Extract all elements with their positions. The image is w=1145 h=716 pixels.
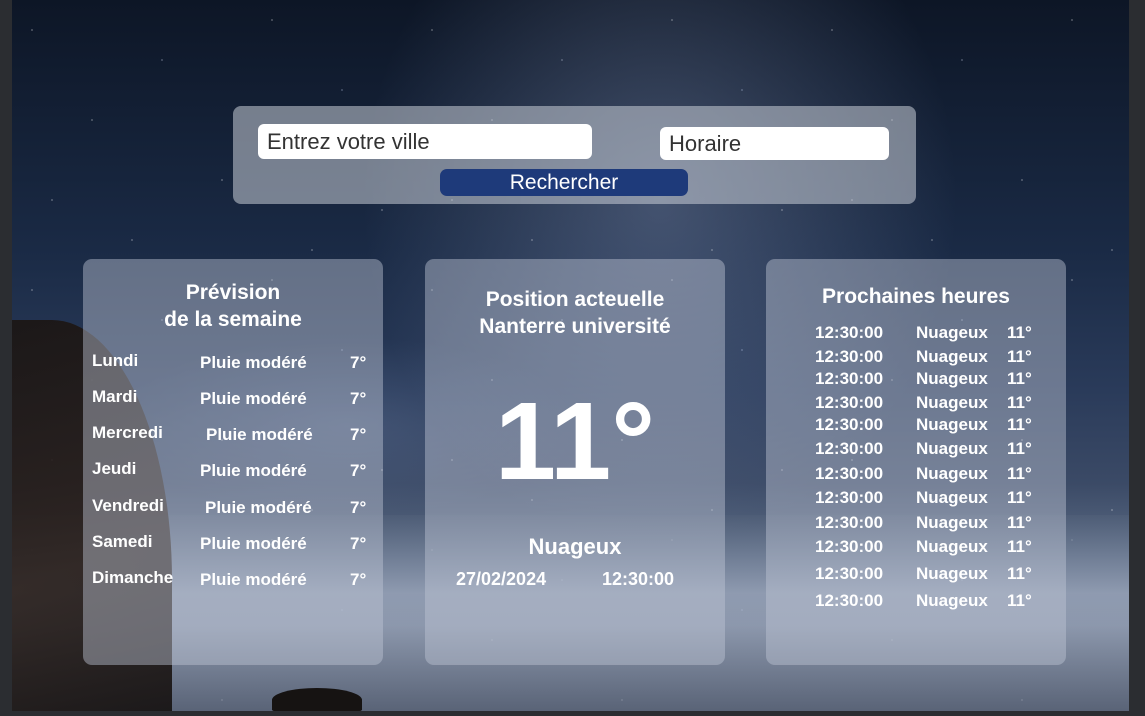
- hour-condition: Nuageux: [916, 369, 988, 388]
- hour-time: 12:30:00: [815, 564, 884, 583]
- hour-time: 12:30:00: [815, 369, 884, 388]
- week-temp: 7°: [350, 461, 367, 480]
- week-temp: 7°: [350, 498, 367, 517]
- current-time: 12:30:00: [602, 569, 675, 589]
- week-temp: 7°: [350, 425, 367, 444]
- weekly-title-line1: Prévision: [185, 281, 281, 304]
- current-condition: Nuageux: [528, 534, 622, 559]
- week-condition: Pluie modéré: [200, 389, 307, 408]
- hour-time: 12:30:00: [815, 513, 884, 532]
- hour-time: 12:30:00: [815, 439, 884, 458]
- city-input[interactable]: Entrez votre ville: [258, 124, 592, 159]
- hour-time: 12:30:00: [815, 393, 884, 412]
- week-row: Jeudi Pluie modéré 7°: [92, 459, 372, 483]
- search-button[interactable]: Rechercher: [440, 169, 688, 196]
- hour-temp: 11°: [1007, 415, 1032, 434]
- hour-row: 12:30:00 Nuageux 11°: [815, 415, 1055, 437]
- current-temperature: 11°: [494, 380, 656, 503]
- weekly-forecast-title: Prévision de la semaine: [83, 279, 383, 333]
- search-panel: Entrez votre ville Horaire Rechercher: [233, 106, 916, 204]
- hour-row: 12:30:00 Nuageux 11°: [815, 393, 1055, 415]
- hour-condition: Nuageux: [916, 464, 988, 483]
- week-day: Mercredi: [92, 423, 163, 442]
- week-row: Mercredi Pluie modéré 7°: [92, 423, 372, 447]
- hour-condition: Nuageux: [916, 323, 988, 342]
- week-temp: 7°: [350, 389, 367, 408]
- hour-condition: Nuageux: [916, 513, 988, 532]
- hour-time: 12:30:00: [815, 323, 884, 342]
- time-input-placeholder: Horaire: [669, 130, 742, 156]
- hour-time: 12:30:00: [815, 537, 884, 556]
- week-condition: Pluie modéré: [200, 353, 307, 372]
- hourly-forecast-title: Prochaines heures: [822, 285, 1010, 308]
- hour-temp: 11°: [1007, 591, 1032, 610]
- hour-temp: 11°: [1007, 464, 1032, 483]
- hour-temp: 11°: [1007, 513, 1032, 532]
- weekly-title-line2: de la semaine: [164, 308, 302, 331]
- week-condition: Pluie modéré: [205, 498, 312, 517]
- week-row: Vendredi Pluie modéré 7°: [92, 496, 372, 520]
- hour-condition: Nuageux: [916, 393, 988, 412]
- hour-temp: 11°: [1007, 347, 1032, 366]
- hour-time: 12:30:00: [815, 488, 884, 507]
- hour-condition: Nuageux: [916, 591, 988, 610]
- hour-condition: Nuageux: [916, 439, 988, 458]
- week-row: Samedi Pluie modéré 7°: [92, 532, 372, 556]
- hour-temp: 11°: [1007, 537, 1032, 556]
- week-row: Lundi Pluie modéré 7°: [92, 351, 372, 375]
- week-day: Dimanche: [92, 568, 174, 587]
- week-condition: Pluie modéré: [200, 461, 307, 480]
- time-input[interactable]: Horaire: [660, 127, 889, 160]
- hour-temp: 11°: [1007, 323, 1032, 342]
- week-day: Samedi: [92, 532, 153, 551]
- current-location-name: Nanterre université: [479, 315, 671, 338]
- hour-row: 12:30:00 Nuageux 11°: [815, 464, 1055, 486]
- hourly-forecast-card: Prochaines heures 12:30:00 Nuageux 11° 1…: [766, 259, 1066, 665]
- hour-temp: 11°: [1007, 488, 1032, 507]
- week-row: Mardi Pluie modéré 7°: [92, 387, 372, 411]
- week-temp: 7°: [350, 353, 367, 372]
- hour-condition: Nuageux: [916, 537, 988, 556]
- hour-row: 12:30:00 Nuageux 11°: [815, 439, 1055, 461]
- week-day: Vendredi: [92, 496, 164, 515]
- current-title-line1: Position acteuelle: [485, 288, 665, 311]
- hour-temp: 11°: [1007, 369, 1032, 388]
- hour-row: 12:30:00 Nuageux 11°: [815, 323, 1055, 345]
- hour-row: 12:30:00 Nuageux 11°: [815, 513, 1055, 535]
- hour-row: 12:30:00 Nuageux 11°: [815, 488, 1055, 510]
- week-day: Jeudi: [92, 459, 137, 478]
- week-condition: Pluie modéré: [200, 534, 307, 553]
- hour-row: 12:30:00 Nuageux 11°: [815, 369, 1055, 391]
- week-day: Mardi: [92, 387, 138, 406]
- hour-condition: Nuageux: [916, 564, 988, 583]
- hour-temp: 11°: [1007, 439, 1032, 458]
- hour-temp: 11°: [1007, 393, 1032, 412]
- hour-row: 12:30:00 Nuageux 11°: [815, 564, 1055, 586]
- hour-time: 12:30:00: [815, 347, 884, 366]
- weekly-forecast-card: Prévision de la semaine Lundi Pluie modé…: [83, 259, 383, 665]
- current-location-title: Position acteuelle Nanterre université: [425, 286, 725, 340]
- hour-time: 12:30:00: [815, 415, 884, 434]
- hour-temp: 11°: [1007, 564, 1032, 583]
- week-temp: 7°: [350, 534, 367, 553]
- week-day: Lundi: [92, 351, 139, 370]
- city-input-placeholder: Entrez votre ville: [267, 128, 430, 154]
- week-condition: Pluie modéré: [200, 570, 307, 589]
- week-temp: 7°: [350, 570, 367, 589]
- rock: [272, 688, 362, 711]
- current-date: 27/02/2024: [456, 569, 547, 589]
- hour-condition: Nuageux: [916, 488, 988, 507]
- hour-time: 12:30:00: [815, 464, 884, 483]
- hour-time: 12:30:00: [815, 591, 884, 610]
- week-row: Dimanche Pluie modéré 7°: [92, 568, 372, 592]
- hour-condition: Nuageux: [916, 347, 988, 366]
- week-condition: Pluie modéré: [206, 425, 313, 444]
- hour-row: 12:30:00 Nuageux 11°: [815, 537, 1055, 559]
- hour-row: 12:30:00 Nuageux 11°: [815, 347, 1055, 369]
- hour-condition: Nuageux: [916, 415, 988, 434]
- current-weather-card: Position acteuelle Nanterre université 1…: [425, 259, 725, 665]
- hour-row: 12:30:00 Nuageux 11°: [815, 591, 1055, 613]
